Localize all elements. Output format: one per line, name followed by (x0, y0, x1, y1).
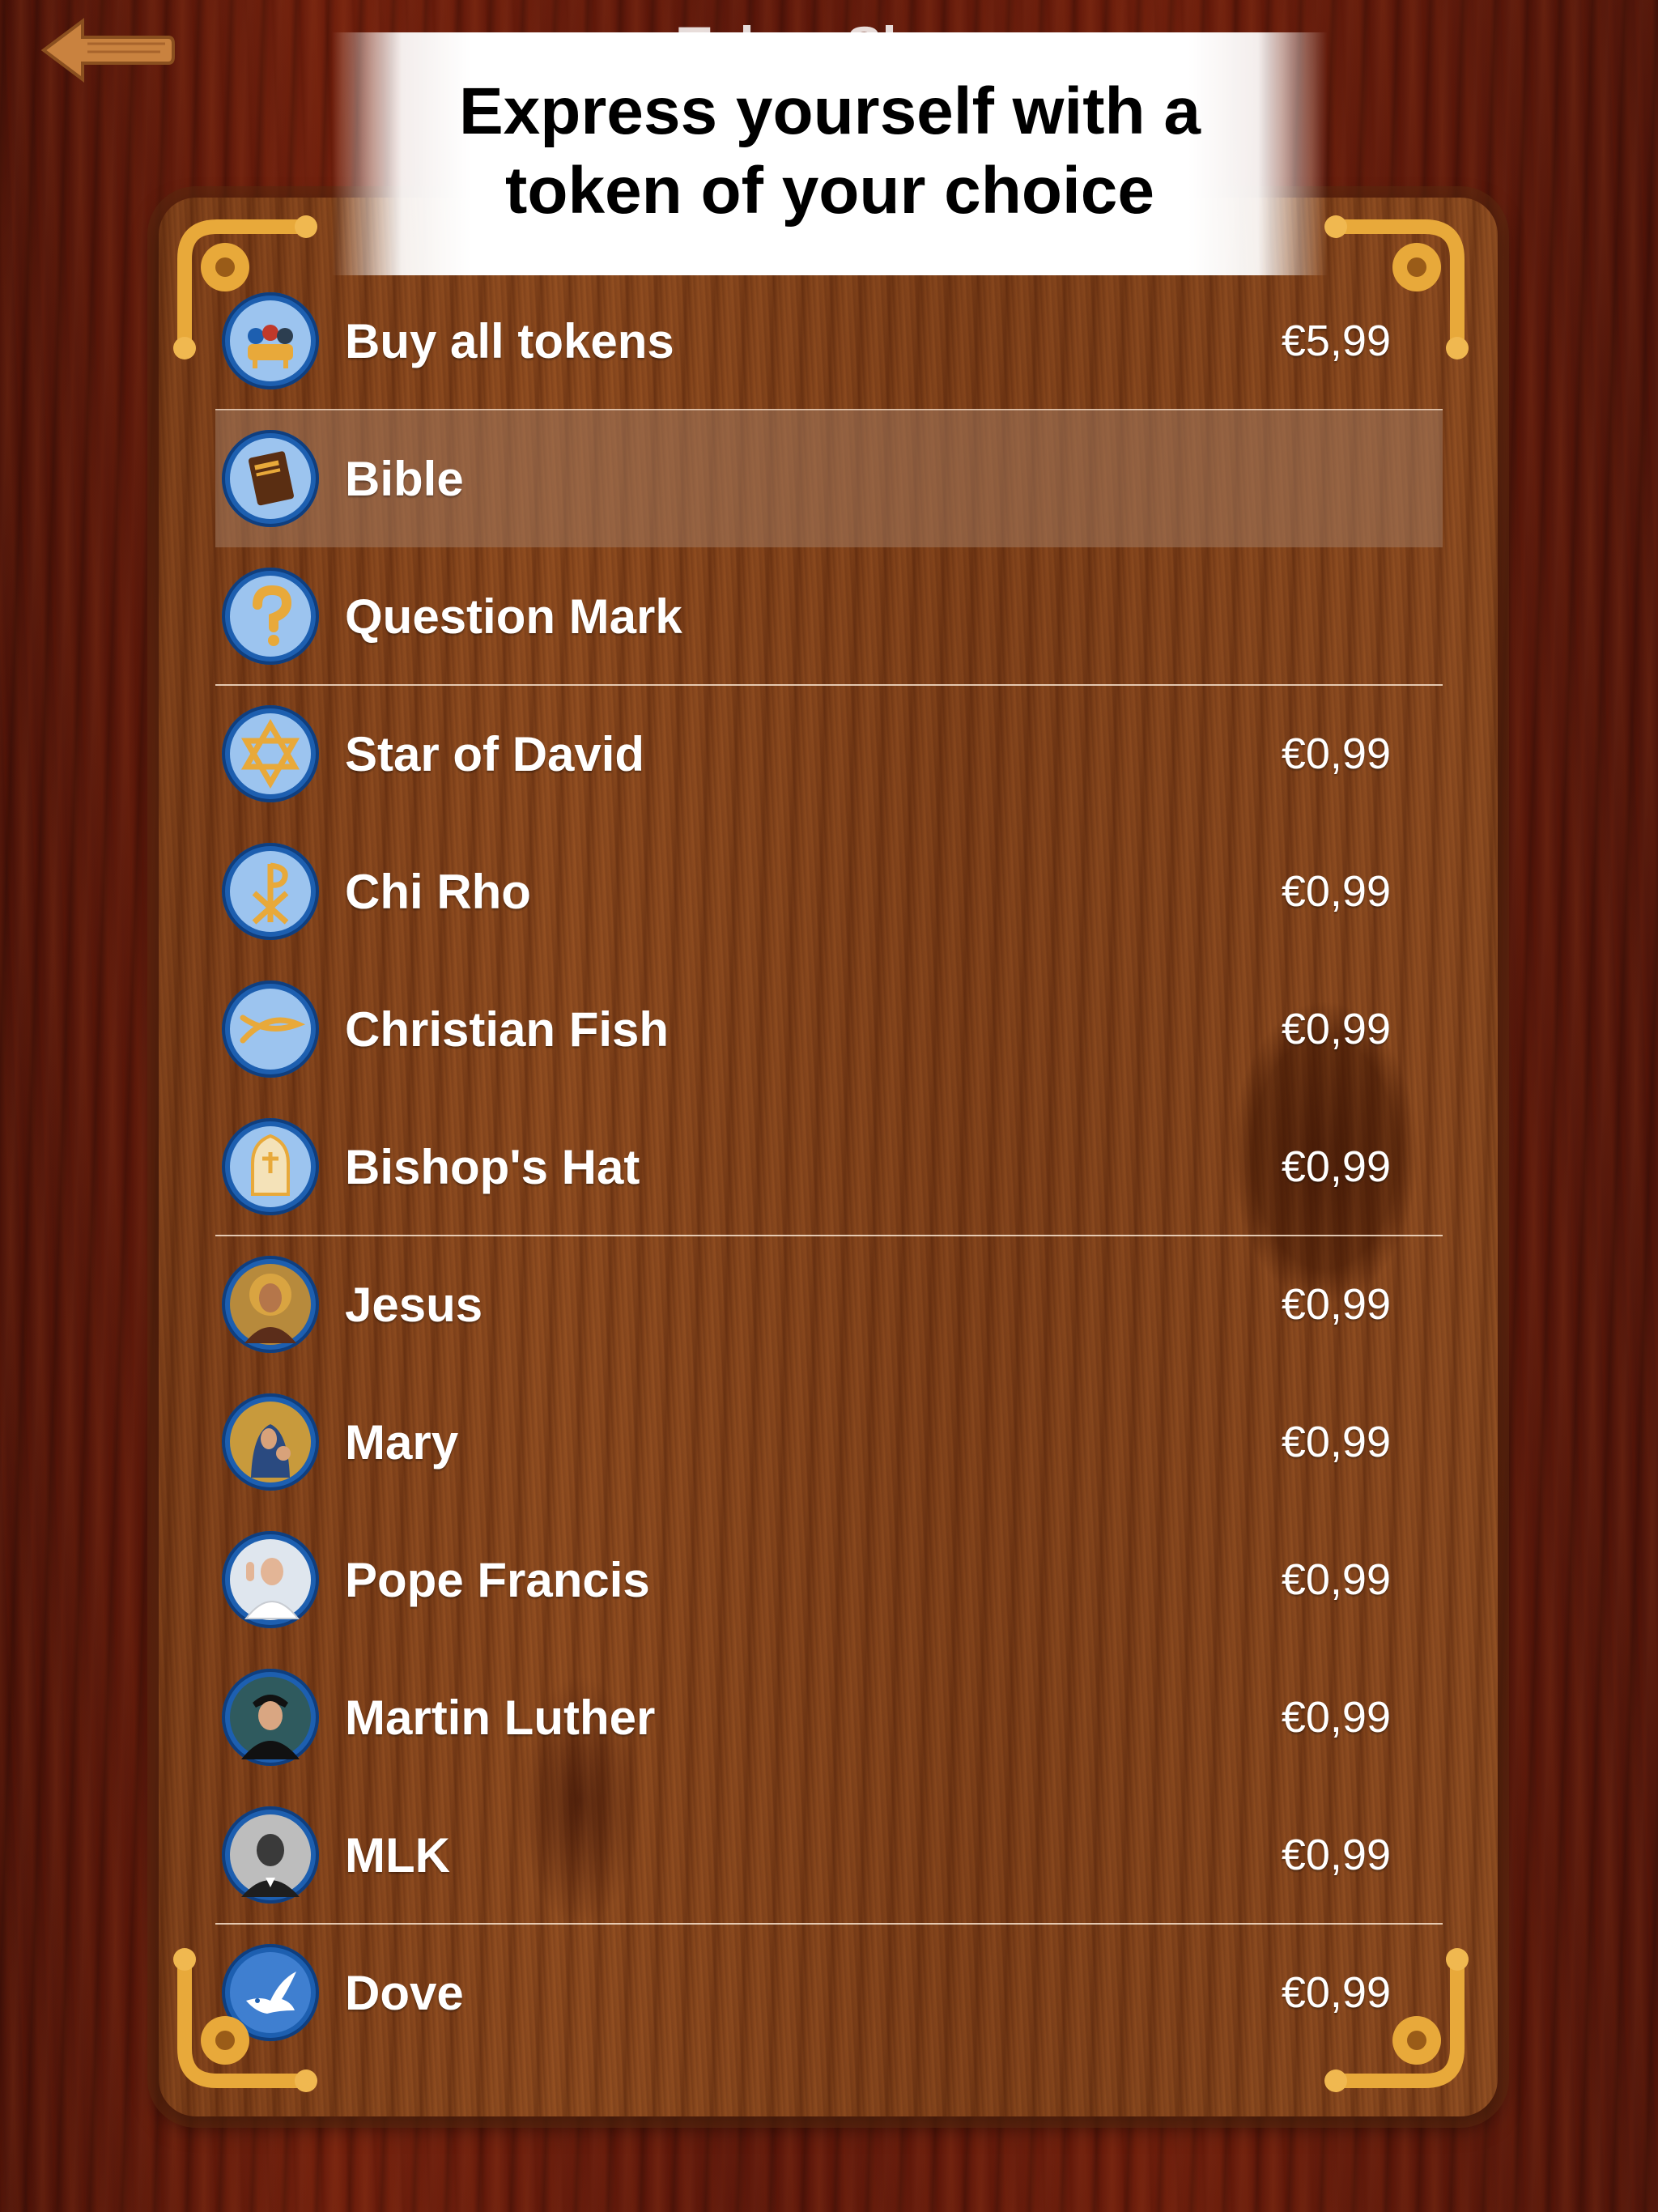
question-mark-icon (222, 568, 319, 665)
token-name: Martin Luther (345, 1690, 656, 1745)
token-price: €0,99 (1281, 1280, 1391, 1329)
token-price: €0,99 (1281, 1555, 1391, 1604)
token-name: Star of David (345, 726, 645, 781)
mary-portrait-icon (222, 1393, 319, 1491)
token-price: €0,99 (1281, 1693, 1391, 1742)
chi-rho-icon (222, 843, 319, 940)
token-name: Christian Fish (345, 1002, 670, 1057)
token-row-mlk[interactable]: MLK €0,99 (215, 1786, 1443, 1925)
token-row-question-mark[interactable]: Question Mark (215, 547, 1443, 686)
pope-francis-portrait-icon (222, 1531, 319, 1628)
token-name: Bishop's Hat (345, 1139, 640, 1194)
token-list: Buy all tokens €5,99 Bible Question Mark (215, 272, 1443, 2061)
token-price: €0,99 (1281, 1005, 1391, 1053)
token-name: Bible (345, 451, 464, 506)
token-name: Question Mark (345, 589, 682, 644)
corner-ornament-icon (173, 1948, 317, 2092)
mlk-portrait-icon (222, 1806, 319, 1904)
token-row-buy-all[interactable]: Buy all tokens €5,99 (215, 272, 1443, 410)
token-row-dove[interactable]: Dove €0,99 (215, 1924, 1443, 2061)
token-row-martin-luther[interactable]: Martin Luther €0,99 (215, 1648, 1443, 1786)
token-row-jesus[interactable]: Jesus €0,99 (215, 1236, 1443, 1373)
token-name: MLK (345, 1827, 450, 1882)
token-name: Pope Francis (345, 1552, 650, 1607)
token-name: Mary (345, 1414, 459, 1470)
token-price: €0,99 (1281, 1142, 1391, 1191)
star-of-david-icon (222, 705, 319, 802)
bible-icon (222, 430, 319, 527)
corner-ornament-icon (1324, 215, 1469, 359)
corner-ornament-icon (1324, 1948, 1469, 2092)
jesus-portrait-icon (222, 1256, 319, 1353)
christian-fish-icon (222, 981, 319, 1078)
token-row-bishops-hat[interactable]: Bishop's Hat €0,99 (215, 1098, 1443, 1236)
token-name: Buy all tokens (345, 313, 674, 368)
bishops-hat-icon (222, 1118, 319, 1215)
token-price: €0,99 (1281, 1831, 1391, 1879)
token-name: Dove (345, 1965, 464, 2020)
token-name: Jesus (345, 1277, 483, 1332)
info-banner: Express yourself with a token of your ch… (332, 32, 1328, 275)
token-row-mary[interactable]: Mary €0,99 (215, 1373, 1443, 1511)
token-row-pope-francis[interactable]: Pope Francis €0,99 (215, 1511, 1443, 1648)
corner-ornament-icon (173, 215, 317, 359)
banner-text: Express yourself with a token of your ch… (458, 74, 1201, 228)
token-row-bible[interactable]: Bible (215, 410, 1443, 547)
token-price: €0,99 (1281, 730, 1391, 778)
token-name: Chi Rho (345, 864, 531, 919)
token-row-christian-fish[interactable]: Christian Fish €0,99 (215, 960, 1443, 1098)
token-price: €0,99 (1281, 1418, 1391, 1466)
token-price: €0,99 (1281, 867, 1391, 916)
token-row-star-of-david[interactable]: Star of David €0,99 (215, 685, 1443, 823)
martin-luther-portrait-icon (222, 1669, 319, 1766)
token-row-chi-rho[interactable]: Chi Rho €0,99 (215, 823, 1443, 960)
